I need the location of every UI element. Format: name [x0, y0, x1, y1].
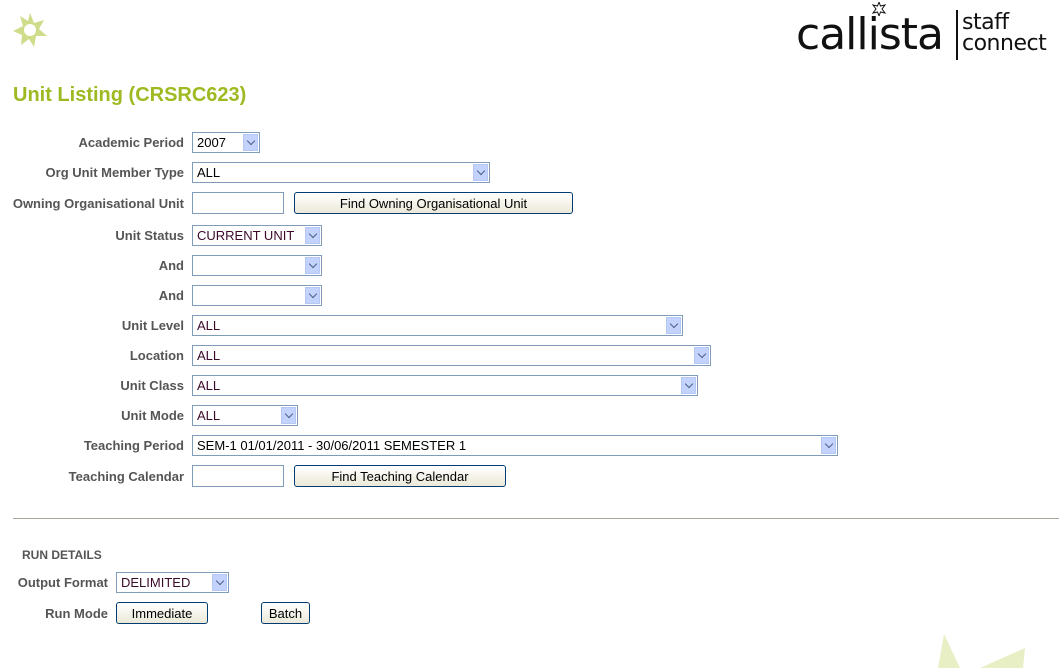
find-teaching-calendar-button[interactable]: Find Teaching Calendar: [294, 465, 506, 487]
org-unit-member-type-label: Org Unit Member Type: [45, 164, 184, 180]
unit-level-label: Unit Level: [121, 317, 184, 333]
unit-class-select[interactable]: ALL: [192, 374, 698, 396]
chevron-down-icon[interactable]: [694, 346, 709, 364]
background-star-icon: [938, 634, 1025, 668]
output-format-row: Output Format DELIMITED: [0, 570, 229, 594]
unit-level-row: Unit Level ALL: [0, 313, 683, 337]
unit-class-row: Unit Class ALL: [0, 373, 698, 397]
chevron-down-icon[interactable]: [212, 573, 227, 591]
location-label: Location: [129, 347, 184, 363]
org-unit-member-type-value: ALL: [197, 164, 221, 180]
unit-class-label: Unit Class: [120, 377, 184, 393]
unit-level-value: ALL: [197, 317, 221, 333]
chevron-down-icon[interactable]: [305, 226, 320, 244]
location-value: ALL: [197, 347, 221, 363]
brand-divider: [956, 10, 958, 60]
unit-status-select[interactable]: CURRENT UNIT: [192, 224, 322, 246]
academic-period-value: 2007: [197, 134, 226, 150]
chevron-down-icon[interactable]: [243, 133, 258, 151]
unit-status-row: Unit Status CURRENT UNIT: [0, 223, 322, 247]
and1-label: And: [158, 257, 184, 273]
teaching-period-label: Teaching Period: [83, 437, 184, 453]
chevron-down-icon[interactable]: [281, 406, 296, 424]
org-unit-member-type-select[interactable]: ALL: [192, 161, 490, 183]
section-divider: [13, 518, 1059, 519]
owning-org-unit-row: Owning Organisational Unit Find Owning O…: [0, 191, 573, 215]
owning-org-unit-input[interactable]: [192, 192, 284, 214]
chevron-down-icon[interactable]: [305, 256, 320, 274]
immediate-button[interactable]: Immediate: [116, 602, 208, 624]
chevron-down-icon[interactable]: [473, 163, 488, 181]
chevron-down-icon[interactable]: [305, 286, 320, 304]
unit-class-value: ALL: [197, 377, 221, 393]
unit-mode-value: ALL: [197, 407, 221, 423]
teaching-period-select[interactable]: SEM-1 01/01/2011 - 30/06/2011 SEMESTER 1: [192, 434, 838, 456]
unit-mode-row: Unit Mode ALL: [0, 403, 298, 427]
brand-product-line2: connect: [962, 31, 1047, 56]
teaching-period-row: Teaching Period SEM-1 01/01/2011 - 30/06…: [0, 433, 838, 457]
location-select[interactable]: ALL: [192, 344, 711, 366]
and2-select[interactable]: [192, 284, 322, 306]
chevron-down-icon[interactable]: [821, 436, 836, 454]
batch-button[interactable]: Batch: [261, 602, 310, 624]
teaching-calendar-input[interactable]: [192, 465, 284, 487]
run-details-title: RUN DETAILS: [22, 548, 102, 562]
logo-star-icon: [13, 13, 47, 47]
academic-period-select[interactable]: 2007: [192, 131, 260, 153]
org-unit-member-type-row: Org Unit Member Type ALL: [0, 160, 490, 184]
unit-mode-select[interactable]: ALL: [192, 404, 298, 426]
and1-select[interactable]: [192, 254, 322, 276]
find-owning-org-unit-button[interactable]: Find Owning Organisational Unit: [294, 192, 573, 214]
academic-period-row: Academic Period 2007: [0, 130, 260, 154]
and2-label: And: [158, 287, 184, 303]
run-mode-row: Run Mode Immediate Batch: [0, 601, 310, 625]
chevron-down-icon[interactable]: [666, 316, 681, 334]
location-row: Location ALL: [0, 343, 711, 367]
chevron-down-icon[interactable]: [681, 376, 696, 394]
run-mode-label: Run Mode: [45, 605, 108, 621]
teaching-period-value: SEM-1 01/01/2011 - 30/06/2011 SEMESTER 1: [197, 437, 467, 453]
teaching-calendar-row: Teaching Calendar Find Teaching Calendar: [0, 464, 506, 488]
and1-row: And: [0, 253, 322, 277]
teaching-calendar-label: Teaching Calendar: [68, 468, 184, 484]
and2-row: And: [0, 283, 322, 307]
output-format-label: Output Format: [17, 574, 108, 590]
page-title: Unit Listing (CRSRC623): [13, 84, 247, 106]
academic-period-label: Academic Period: [78, 134, 185, 150]
unit-level-select[interactable]: ALL: [192, 314, 683, 336]
owning-org-unit-label: Owning Organisational Unit: [12, 195, 184, 211]
output-format-select[interactable]: DELIMITED: [116, 571, 229, 593]
brand-name: callista: [796, 9, 944, 60]
output-format-value: DELIMITED: [121, 574, 191, 590]
unit-mode-label: Unit Mode: [121, 407, 184, 423]
unit-status-value: CURRENT UNIT: [197, 227, 295, 243]
unit-status-label: Unit Status: [115, 227, 184, 243]
